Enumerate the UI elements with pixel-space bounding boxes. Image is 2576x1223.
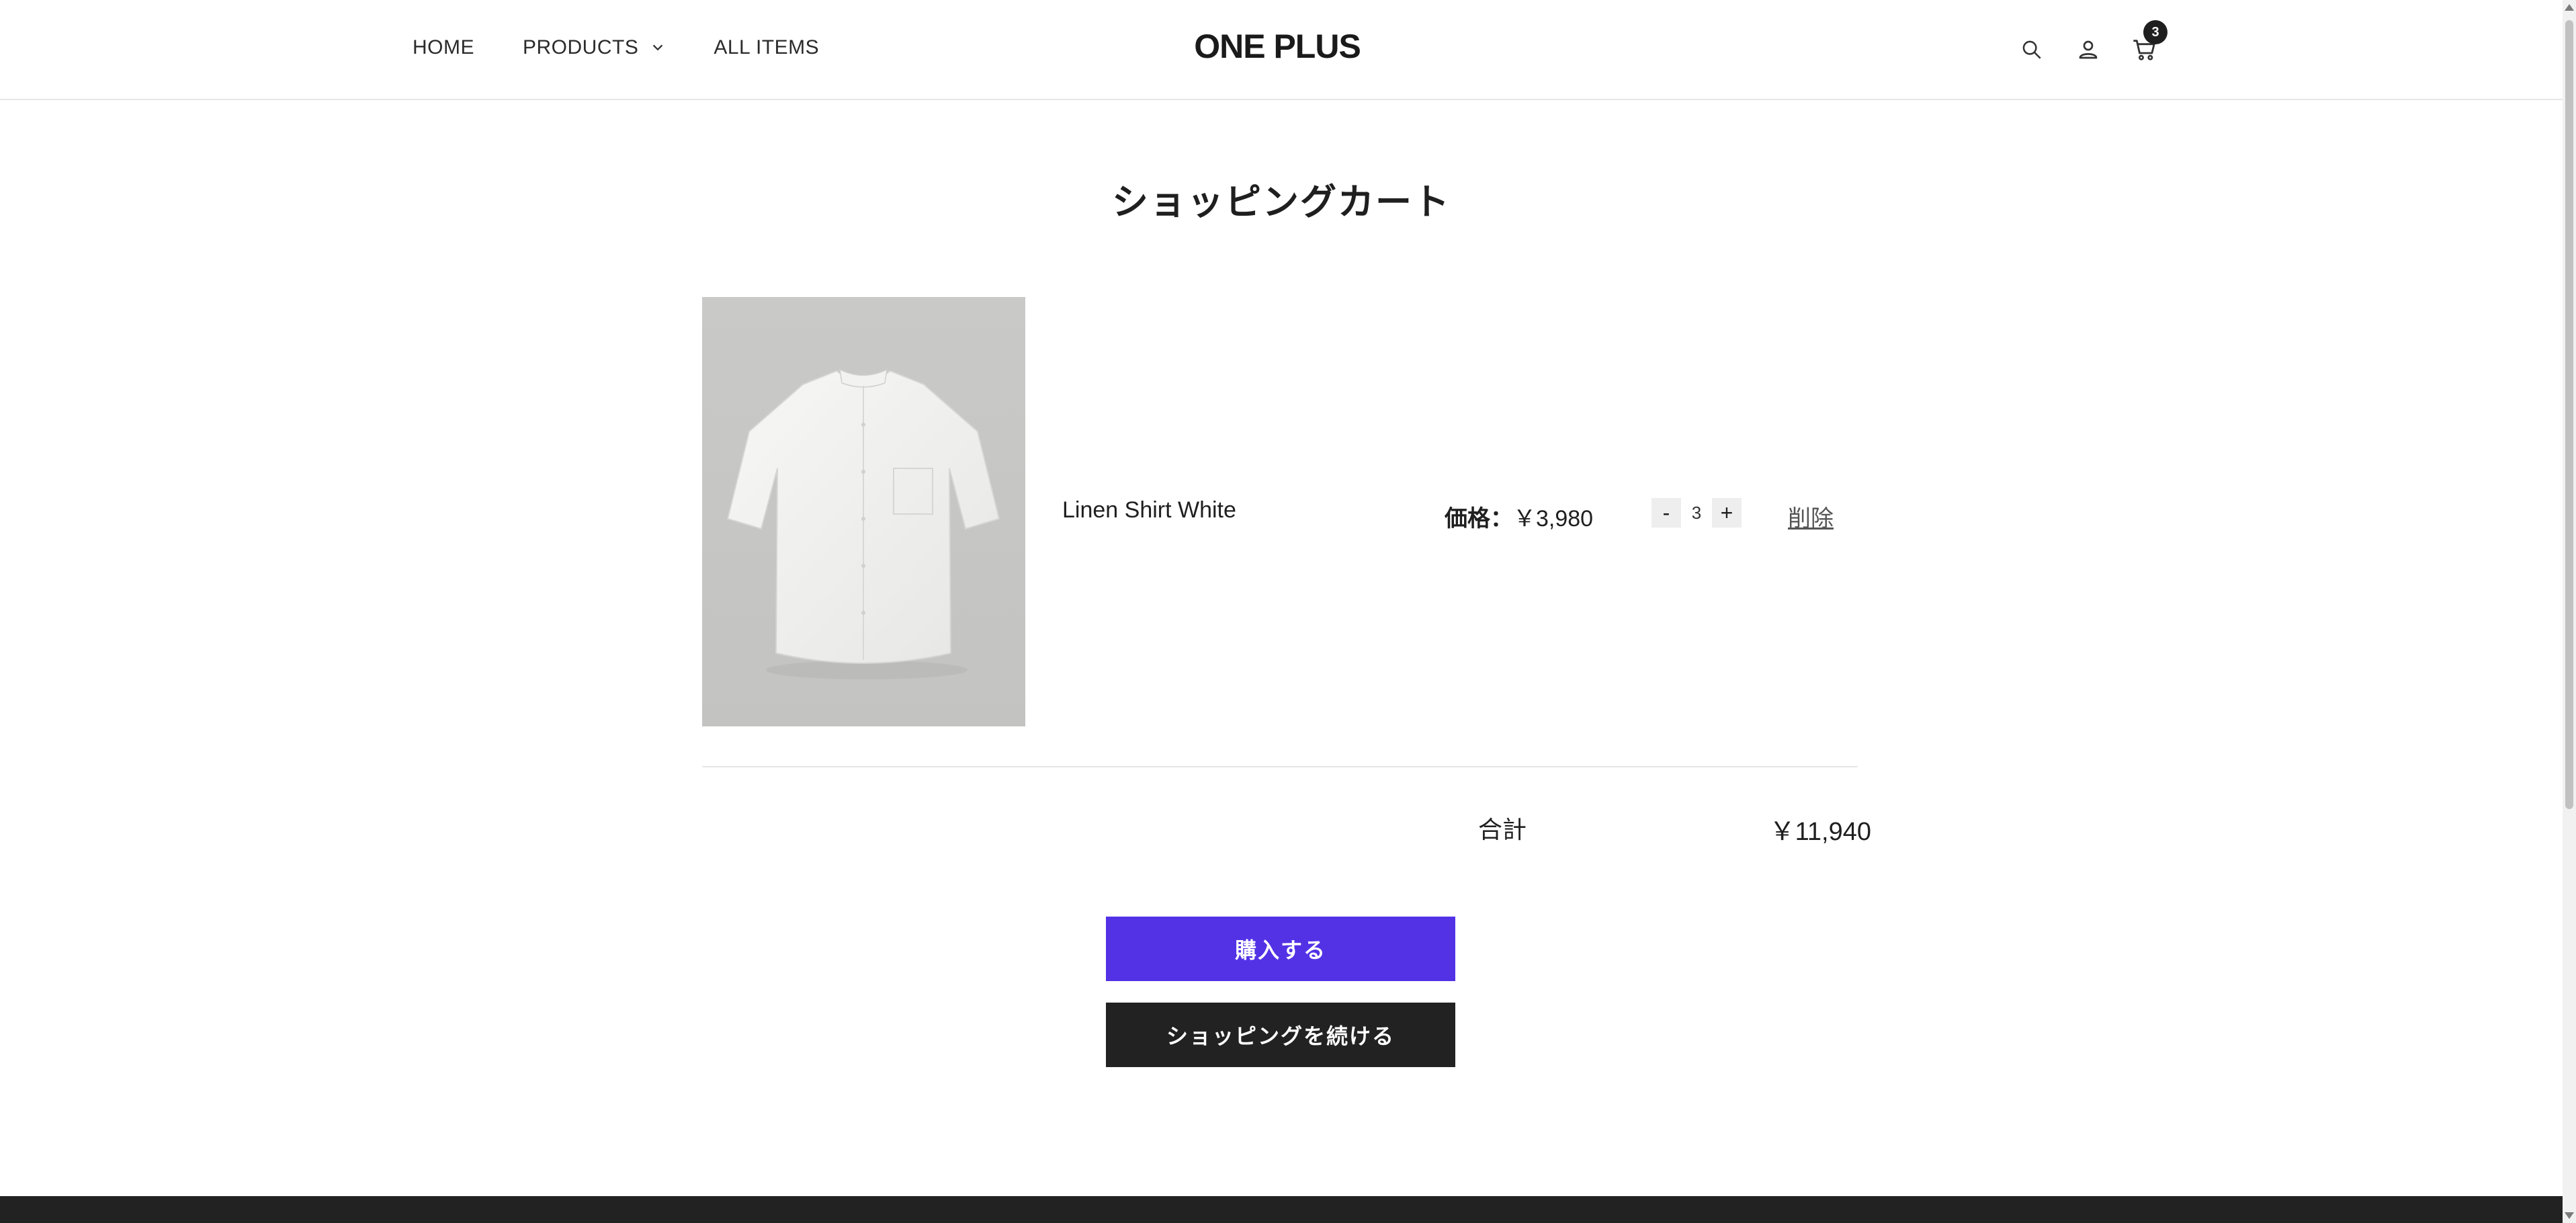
page-title: ショッピングカート <box>1112 182 1451 222</box>
increment-button[interactable]: + <box>1712 498 1742 528</box>
scroll-down-arrow-icon[interactable] <box>2565 1212 2574 1219</box>
continue-shopping-button[interactable]: ショッピングを続ける <box>1106 1003 1455 1067</box>
price-value: ￥3,980 <box>1513 506 1594 532</box>
price-label: 価格： <box>1445 506 1513 532</box>
cart-count-badge: 3 <box>2143 20 2167 44</box>
remove-link[interactable]: 削除 <box>1788 500 1834 533</box>
user-icon <box>2079 40 2098 59</box>
scrollbar-thumb[interactable] <box>2565 20 2573 809</box>
product-image[interactable] <box>702 297 1025 726</box>
site-logo-text: ONE PLUS <box>1194 28 1361 65</box>
decrement-button[interactable]: - <box>1651 498 1681 528</box>
item-name[interactable]: Linen Shirt White <box>1062 497 1236 523</box>
total-value: ￥11,940 <box>1769 818 1871 846</box>
search-icon <box>2022 40 2041 59</box>
search-button[interactable] <box>2014 32 2049 67</box>
scrollbar[interactable] <box>2563 0 2576 1223</box>
checkout-button[interactable]: 購入する <box>1106 917 1455 981</box>
divider <box>702 766 1858 767</box>
site-footer <box>0 1196 2563 1223</box>
site-logo[interactable]: ONE PLUS <box>0 27 2563 66</box>
cart-button[interactable]: 3 <box>2127 20 2167 67</box>
quantity-stepper: - 3 + <box>1651 498 1742 528</box>
shirt-image <box>726 368 1000 679</box>
total-label: 合計 <box>1478 816 1527 843</box>
quantity-value[interactable]: 3 <box>1681 503 1712 523</box>
item-price: 価格：￥3,980 <box>1445 500 1593 533</box>
account-button[interactable] <box>2071 32 2106 67</box>
site-header: HOME PRODUCTS ALL ITEMS ONE PLUS 3 <box>0 0 2563 100</box>
scroll-up-arrow-icon[interactable] <box>2565 4 2574 11</box>
header-icons: 3 <box>2014 20 2167 67</box>
